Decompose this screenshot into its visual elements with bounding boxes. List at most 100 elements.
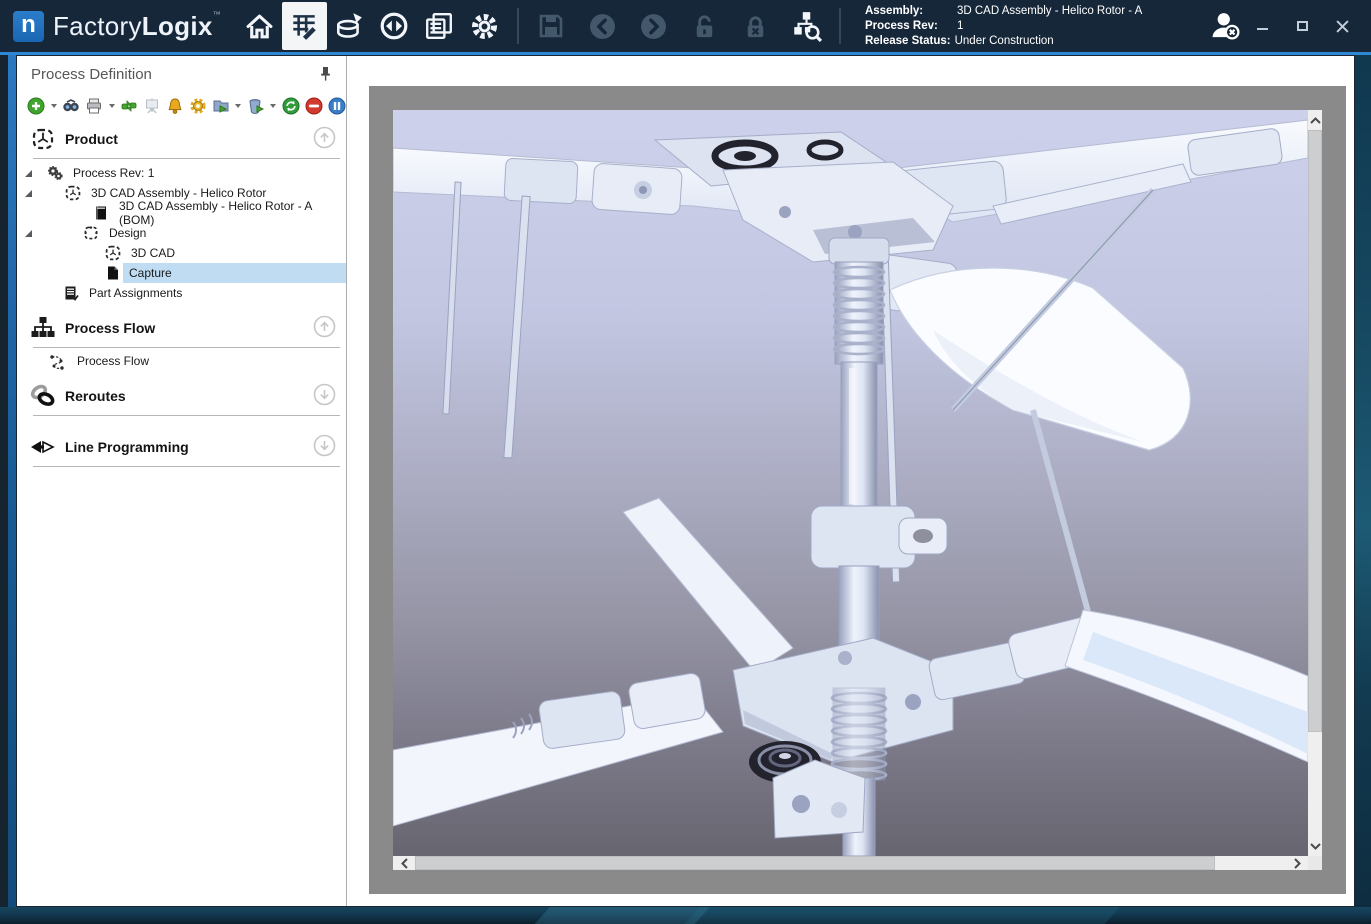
bom-book-icon (93, 205, 109, 221)
vertical-scrollbar[interactable] (1308, 110, 1322, 856)
reroutes-chain-icon (29, 383, 57, 409)
export-folder-icon[interactable] (211, 97, 230, 116)
divider (33, 347, 340, 348)
vertical-scroll-thumb[interactable] (1308, 130, 1322, 732)
gear-icon[interactable] (189, 97, 208, 116)
tree-item-label: Part Assignments (83, 283, 182, 303)
forward-icon[interactable] (631, 0, 676, 52)
structure-search-icon[interactable] (784, 0, 829, 52)
expander-icon[interactable] (25, 190, 32, 197)
back-icon[interactable] (580, 0, 625, 52)
part-assignments-icon (63, 285, 79, 301)
capture-viewer-frame (369, 86, 1346, 894)
horizontal-scrollbar[interactable] (393, 856, 1308, 870)
horizontal-scroll-thumb[interactable] (415, 856, 1215, 870)
tree-item-label: Process Flow (71, 351, 149, 371)
maximize-button[interactable] (1295, 19, 1309, 33)
tree-item-design[interactable]: Design (17, 223, 346, 243)
unlock-icon[interactable] (682, 0, 727, 52)
tree-item-process-flow[interactable]: Process Flow (17, 351, 346, 373)
tree-item-3d-cad[interactable]: 3D CAD (17, 243, 346, 263)
window-bottom-edge (0, 907, 1371, 924)
section-product[interactable]: Product (17, 122, 346, 156)
scrollbar-corner (1308, 856, 1322, 870)
refresh-icon[interactable] (281, 97, 300, 116)
expander-icon[interactable] (25, 170, 32, 177)
section-process-flow[interactable]: Process Flow (17, 311, 346, 345)
tree-item-part-assignments[interactable]: Part Assignments (17, 283, 346, 303)
scroll-up-button[interactable] (1308, 110, 1322, 130)
section-reroutes-label: Reroutes (65, 388, 126, 404)
scroll-right-button[interactable] (1286, 856, 1308, 870)
export-dropdown-caret[interactable] (235, 104, 241, 108)
process-rev-label: Process Rev: (865, 19, 957, 34)
lock-discard-icon[interactable] (733, 0, 778, 52)
product-collapse-icon[interactable] (313, 126, 336, 152)
process-definition-icon[interactable] (282, 2, 327, 50)
bell-icon[interactable] (166, 97, 185, 116)
release-status-value: Under Construction (955, 34, 1054, 49)
toolbar-separator-2 (839, 8, 841, 44)
flow-path-icon (49, 354, 65, 370)
pause-icon[interactable] (327, 97, 346, 116)
tree-item-process-rev[interactable]: Process Rev: 1 (17, 163, 346, 183)
print-dropdown-caret[interactable] (109, 104, 115, 108)
add-dropdown-caret[interactable] (51, 104, 57, 108)
data-import-icon[interactable] (327, 0, 372, 52)
scroll-down-button[interactable] (1308, 836, 1322, 856)
connect-icon[interactable] (120, 97, 139, 116)
reports-icon[interactable] (417, 0, 462, 52)
process-flow-collapse-icon[interactable] (313, 315, 336, 341)
divider (33, 158, 340, 159)
document-icon (105, 265, 121, 281)
pin-icon[interactable] (318, 66, 334, 82)
find-icon[interactable] (62, 97, 81, 116)
add-icon[interactable] (27, 97, 46, 116)
line-programming-expand-icon[interactable] (313, 434, 336, 460)
board-icon[interactable] (143, 97, 162, 116)
process-definition-panel: Process Definition (17, 56, 347, 906)
tree-item-label: Process Rev: 1 (67, 163, 154, 183)
design-frame-icon (83, 225, 99, 241)
minimize-button[interactable] (1255, 19, 1269, 33)
document-tools (529, 0, 829, 52)
main-area (348, 56, 1354, 906)
window-controls (1255, 19, 1349, 33)
home-icon[interactable] (237, 0, 282, 52)
panel-toolbar (17, 92, 346, 120)
section-reroutes[interactable]: Reroutes (17, 379, 346, 413)
delete-dropdown-caret[interactable] (270, 104, 276, 108)
logout-user-icon[interactable] (1203, 0, 1249, 52)
divider (33, 415, 340, 416)
section-line-programming[interactable]: Line Programming (17, 430, 346, 464)
expander-icon[interactable] (25, 230, 32, 237)
assembly-info: Assembly:3D CAD Assembly - Helico Rotor … (865, 4, 1142, 49)
product-cube-icon (29, 126, 57, 152)
window-left-edge (0, 55, 16, 912)
tree-item-label-selected: Capture (123, 263, 346, 283)
section-product-label: Product (65, 131, 118, 147)
assembly-value: 3D CAD Assembly - Helico Rotor - A (957, 4, 1142, 19)
main-nav (237, 0, 507, 52)
save-icon[interactable] (529, 0, 574, 52)
assembly-label: Assembly: (865, 4, 957, 19)
sync-icon[interactable] (372, 0, 417, 52)
factorylogix-logo: n (13, 11, 44, 42)
accent-line (0, 52, 1371, 55)
gears-icon (47, 165, 63, 181)
tree-item-label: 3D CAD (125, 243, 175, 263)
tree-item-bom[interactable]: 3D CAD Assembly - Helico Rotor - A (BOM) (17, 203, 346, 223)
tree-item-label: 3D CAD Assembly - Helico Rotor - A (BOM) (113, 203, 346, 223)
scroll-left-button[interactable] (393, 856, 415, 870)
section-process-flow-label: Process Flow (65, 320, 155, 336)
panel-title: Process Definition (31, 66, 152, 83)
close-button[interactable] (1335, 19, 1349, 33)
reroutes-expand-icon[interactable] (313, 383, 336, 409)
process-tree: Process Rev: 1 3D CAD Assembly - Helico … (17, 161, 346, 303)
print-icon[interactable] (85, 97, 104, 116)
tree-item-capture[interactable]: Capture (17, 263, 346, 283)
process-rev-value: 1 (957, 19, 963, 34)
settings-icon[interactable] (462, 0, 507, 52)
delete-icon[interactable] (246, 97, 265, 116)
stop-icon[interactable] (304, 97, 323, 116)
